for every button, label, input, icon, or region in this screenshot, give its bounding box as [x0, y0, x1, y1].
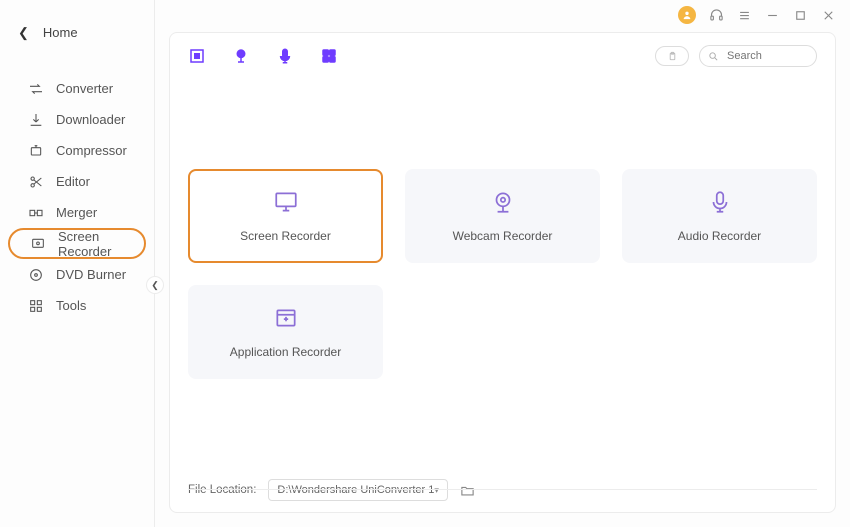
sidebar-item-dvd-burner[interactable]: DVD Burner — [8, 259, 146, 290]
sidebar-item-label: Converter — [56, 81, 113, 96]
mode-audio-icon[interactable] — [276, 47, 294, 65]
search-box[interactable] — [699, 45, 817, 67]
card-webcam-recorder[interactable]: Webcam Recorder — [405, 169, 600, 263]
sidebar-item-converter[interactable]: Converter — [8, 73, 146, 104]
minimize-icon[interactable] — [764, 7, 780, 23]
compressor-icon — [28, 143, 44, 159]
app-root: ❮ Home Converter Downloader Compres — [0, 0, 850, 527]
search-input[interactable] — [725, 49, 805, 63]
mode-screen-icon[interactable] — [188, 47, 206, 65]
sidebar: ❮ Home Converter Downloader Compres — [0, 0, 155, 527]
card-label: Application Recorder — [230, 345, 341, 359]
mode-webcam-icon[interactable] — [232, 47, 250, 65]
merger-icon — [28, 205, 44, 221]
toolbar — [170, 33, 835, 79]
sidebar-item-label: Editor — [56, 174, 90, 189]
search-icon — [708, 51, 719, 62]
content-panel: Screen Recorder Webcam Recorder Audio Re… — [169, 32, 836, 513]
window-icon — [273, 305, 299, 331]
sidebar-item-label: DVD Burner — [56, 267, 126, 282]
converter-icon — [28, 81, 44, 97]
mode-app-icon[interactable] — [320, 47, 338, 65]
maximize-icon[interactable] — [792, 7, 808, 23]
footer: File Location: D:\Wondershare UniConvert… — [170, 468, 835, 512]
card-application-recorder[interactable]: Application Recorder — [188, 285, 383, 379]
main-area: Screen Recorder Webcam Recorder Audio Re… — [155, 0, 850, 527]
card-label: Webcam Recorder — [453, 229, 553, 243]
webcam-icon — [490, 189, 516, 215]
download-icon — [28, 112, 44, 128]
sidebar-item-label: Downloader — [56, 112, 125, 127]
sidebar-item-label: Compressor — [56, 143, 127, 158]
headset-icon[interactable] — [708, 7, 724, 23]
sidebar-item-downloader[interactable]: Downloader — [8, 104, 146, 135]
menu-icon[interactable] — [736, 7, 752, 23]
microphone-icon — [707, 189, 733, 215]
sidebar-item-screen-recorder[interactable]: Screen Recorder — [8, 228, 146, 259]
screen-recorder-icon — [30, 236, 46, 252]
footer-divider — [188, 489, 817, 490]
file-location-select[interactable]: D:\Wondershare UniConverter 1 ▾ — [268, 479, 447, 501]
avatar-icon[interactable] — [678, 6, 696, 24]
sidebar-item-label: Tools — [56, 298, 86, 313]
disc-icon — [28, 267, 44, 283]
sidebar-item-label: Merger — [56, 205, 97, 220]
card-audio-recorder[interactable]: Audio Recorder — [622, 169, 817, 263]
nav-list: Converter Downloader Compressor Editor — [0, 73, 154, 321]
toolbar-right — [655, 45, 817, 67]
file-location-path: D:\Wondershare UniConverter 1 — [277, 484, 434, 496]
toolbar-left — [188, 47, 338, 65]
chevron-down-icon: ▾ — [434, 485, 439, 496]
recorder-grid: Screen Recorder Webcam Recorder Audio Re… — [170, 79, 835, 468]
close-icon[interactable] — [820, 7, 836, 23]
monitor-icon — [273, 189, 299, 215]
card-label: Audio Recorder — [678, 229, 761, 243]
home-label: Home — [43, 25, 78, 40]
sidebar-item-compressor[interactable]: Compressor — [8, 135, 146, 166]
clipboard-button[interactable] — [655, 46, 689, 66]
card-screen-recorder[interactable]: Screen Recorder — [188, 169, 383, 263]
back-icon[interactable]: ❮ — [18, 25, 29, 41]
file-location-label: File Location: — [188, 484, 256, 496]
scissors-icon — [28, 174, 44, 190]
sidebar-item-editor[interactable]: Editor — [8, 166, 146, 197]
sidebar-item-tools[interactable]: Tools — [8, 290, 146, 321]
open-folder-button[interactable] — [460, 482, 476, 498]
home-row[interactable]: ❮ Home — [0, 10, 154, 55]
sidebar-item-label: Screen Recorder — [58, 229, 144, 259]
collapse-sidebar-icon[interactable]: ❮ — [146, 276, 164, 294]
sidebar-item-merger[interactable]: Merger — [8, 197, 146, 228]
grid-icon — [28, 298, 44, 314]
card-label: Screen Recorder — [240, 229, 331, 243]
titlebar — [155, 0, 850, 30]
